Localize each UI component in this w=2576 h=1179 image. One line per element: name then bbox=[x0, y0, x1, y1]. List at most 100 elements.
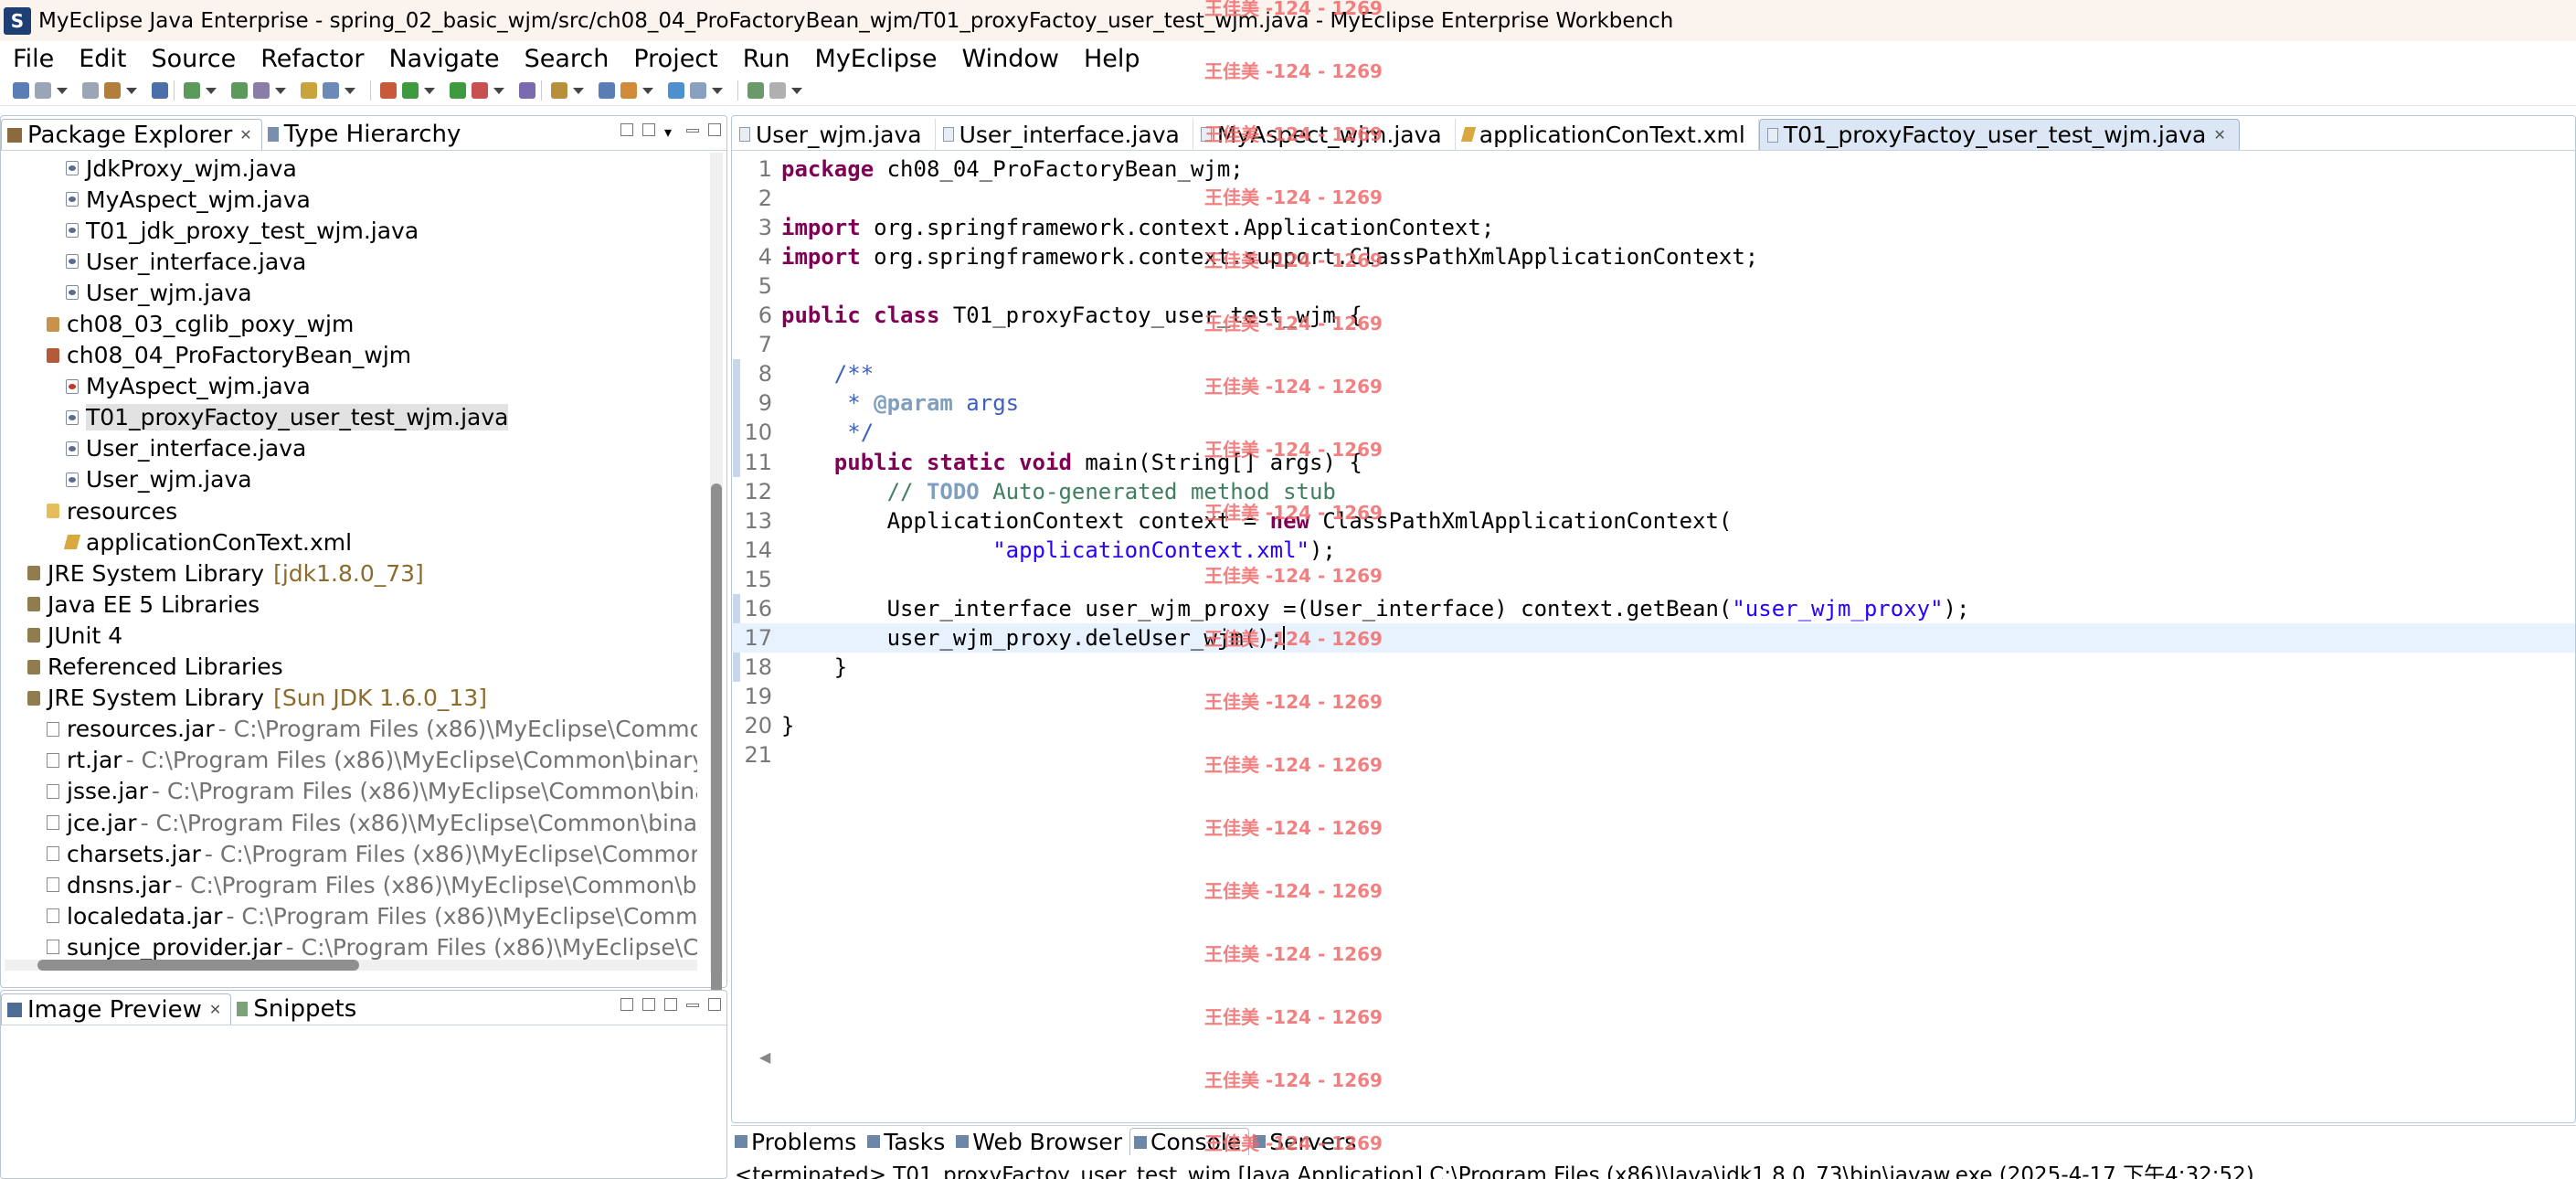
tab-tasks[interactable]: Tasks bbox=[864, 1129, 952, 1155]
tab-console[interactable]: Console bbox=[1129, 1128, 1250, 1155]
tree-item[interactable]: ch08_03_cglib_poxy_wjm bbox=[5, 308, 697, 339]
menu-window[interactable]: Window bbox=[962, 45, 1059, 73]
tab-web-browser[interactable]: Web Browser bbox=[952, 1129, 1129, 1155]
toolbar-button-icon[interactable] bbox=[519, 82, 535, 99]
toolbar-button-icon[interactable] bbox=[380, 82, 397, 99]
tree-item[interactable]: jsse.jar - C:\Program Files (x86)\MyEclip… bbox=[5, 776, 697, 807]
code-line[interactable]: 9 * @param args bbox=[732, 388, 2575, 418]
toolbar-button-icon[interactable] bbox=[152, 82, 168, 99]
view-menu-icon[interactable]: ▾ bbox=[664, 123, 677, 141]
tree-item[interactable]: resources bbox=[5, 495, 697, 526]
toolbar-button-icon[interactable] bbox=[402, 82, 419, 99]
scrollbar-thumb[interactable] bbox=[711, 483, 722, 1001]
code-line[interactable]: 4 import org.springframework.context.supp… bbox=[732, 242, 2575, 271]
tab-snippets[interactable]: Snippets bbox=[231, 993, 366, 1025]
tree-item[interactable]: applicationConText.xml bbox=[5, 526, 697, 558]
toolbar-button-icon[interactable] bbox=[253, 82, 270, 99]
dropdown-arrow-icon[interactable] bbox=[126, 87, 137, 94]
tab-servers[interactable]: Servers bbox=[1249, 1129, 1363, 1155]
menu-project[interactable]: Project bbox=[633, 45, 717, 73]
dropdown-arrow-icon[interactable] bbox=[493, 87, 504, 94]
tree-item[interactable]: dnsns.jar - C:\Program Files (x86)\MyEcli… bbox=[5, 869, 697, 900]
tree-item[interactable]: resources.jar - C:\Program Files (x86)\My… bbox=[5, 714, 697, 745]
tree-item[interactable]: Java EE 5 Libraries bbox=[5, 589, 697, 620]
tree-item[interactable]: T01_jdk_proxy_test_wjm.java bbox=[5, 215, 697, 246]
minimize-icon[interactable] bbox=[686, 1004, 699, 1007]
close-icon[interactable]: ✕ bbox=[239, 126, 251, 143]
toolbar-button-icon[interactable] bbox=[668, 82, 684, 99]
editor-tab[interactable]: T01_proxyFactoy_user_test_wjm.java ✕ bbox=[1758, 119, 2240, 150]
tab-type-hierarchy[interactable]: Type Hierarchy bbox=[262, 119, 471, 150]
dropdown-arrow-icon[interactable] bbox=[345, 87, 355, 94]
tree-item[interactable]: rt.jar - C:\Program Files (x86)\MyEclipse… bbox=[5, 745, 697, 776]
toolbar-button-icon[interactable] bbox=[599, 82, 615, 99]
toolbar-button-icon[interactable] bbox=[184, 82, 200, 99]
toolbar-button-icon[interactable] bbox=[472, 82, 488, 99]
dropdown-arrow-icon[interactable] bbox=[642, 87, 653, 94]
maximize-icon[interactable] bbox=[708, 123, 721, 136]
tree-item[interactable]: User_interface.java bbox=[5, 433, 697, 464]
tree-item[interactable]: charsets.jar - C:\Program Files (x86)\MyE… bbox=[5, 838, 697, 869]
menu-file[interactable]: File bbox=[13, 45, 54, 73]
fit-icon[interactable] bbox=[664, 998, 677, 1011]
tree-item[interactable]: MyAspect_wjm.java bbox=[5, 371, 697, 402]
tree-item[interactable]: User_wjm.java bbox=[5, 277, 697, 308]
minimize-icon[interactable] bbox=[686, 129, 699, 133]
tab-package-explorer[interactable]: Package Explorer ✕ bbox=[1, 119, 262, 150]
toolbar-button-icon[interactable] bbox=[35, 82, 51, 99]
tree-item[interactable]: Referenced Libraries bbox=[5, 652, 697, 683]
tree-item[interactable]: jce.jar - C:\Program Files (x86)\MyEclips… bbox=[5, 807, 697, 838]
tree-vertical-scrollbar[interactable] bbox=[710, 153, 723, 1001]
tree-item[interactable]: T01_proxyFactoy_user_test_wjm.java bbox=[5, 402, 697, 433]
editor-tab[interactable]: User_interface.java bbox=[936, 119, 1193, 150]
dropdown-arrow-icon[interactable] bbox=[57, 87, 68, 94]
code-line[interactable]: 21 bbox=[732, 740, 2575, 770]
toolbar-button-icon[interactable] bbox=[231, 82, 248, 99]
menu-run[interactable]: Run bbox=[743, 45, 790, 73]
zoom-out-icon[interactable] bbox=[642, 998, 655, 1011]
toolbar-button-icon[interactable] bbox=[620, 82, 637, 99]
code-line[interactable]: 19 bbox=[732, 682, 2575, 711]
dropdown-arrow-icon[interactable] bbox=[275, 87, 286, 94]
scroll-left-icon[interactable]: ◀ bbox=[759, 1048, 770, 1066]
menu-edit[interactable]: Edit bbox=[79, 45, 126, 73]
code-line[interactable]: 3 import org.springframework.context.Appl… bbox=[732, 213, 2575, 242]
toolbar-button-icon[interactable] bbox=[747, 82, 764, 99]
tree-horizontal-scrollbar[interactable] bbox=[5, 960, 697, 971]
code-line[interactable]: 17 user_wjm_proxy.deleUser_wjm(); bbox=[732, 622, 2575, 653]
tree-item[interactable]: JRE System Library [jdk1.8.0_73] bbox=[5, 558, 697, 589]
toolbar-button-icon[interactable] bbox=[104, 82, 121, 99]
tree-item[interactable]: sunjce_provider.jar - C:\Program Files (x… bbox=[5, 931, 697, 962]
code-line[interactable]: 15 bbox=[732, 565, 2575, 594]
link-editor-icon[interactable] bbox=[642, 123, 655, 136]
close-icon[interactable]: ✕ bbox=[209, 1001, 221, 1018]
maximize-icon[interactable] bbox=[708, 998, 721, 1011]
menu-refactor[interactable]: Refactor bbox=[260, 45, 364, 73]
tree-item[interactable]: JdkProxy_wjm.java bbox=[5, 153, 697, 184]
dropdown-arrow-icon[interactable] bbox=[791, 87, 802, 94]
code-area[interactable]: 1 package ch08_04_ProFactoryBean_wjm; 2 3 im… bbox=[732, 151, 2575, 1065]
toolbar-button-icon[interactable] bbox=[690, 82, 706, 99]
dropdown-arrow-icon[interactable] bbox=[712, 87, 723, 94]
toolbar-button-icon[interactable] bbox=[450, 82, 466, 99]
code-line[interactable]: 13 ApplicationContext context = new Clas… bbox=[732, 506, 2575, 536]
code-line[interactable]: 11 public static void main(String[] args… bbox=[732, 448, 2575, 477]
code-line[interactable]: 20} bbox=[732, 711, 2575, 740]
tree-item[interactable]: localedata.jar - C:\Program Files (x86)\M… bbox=[5, 900, 697, 931]
dropdown-arrow-icon[interactable] bbox=[573, 87, 584, 94]
tab-image-preview[interactable]: Image Preview ✕ bbox=[1, 993, 232, 1025]
menu-search[interactable]: Search bbox=[525, 45, 610, 73]
toolbar-button-icon[interactable] bbox=[551, 82, 567, 99]
editor-tab[interactable]: MyAspect_wjm.java bbox=[1193, 119, 1456, 150]
code-line[interactable]: 18 } bbox=[732, 653, 2575, 682]
tab-problems[interactable]: Problems bbox=[731, 1129, 864, 1155]
toolbar-button-icon[interactable] bbox=[769, 82, 786, 99]
code-line[interactable]: 16 User_interface user_wjm_proxy =(User_… bbox=[732, 594, 2575, 623]
tree-item[interactable]: ch08_04_ProFactoryBean_wjm bbox=[5, 340, 697, 371]
editor-tab[interactable]: User_wjm.java bbox=[732, 119, 936, 150]
code-line[interactable]: 7 bbox=[732, 330, 2575, 359]
code-line[interactable]: 14 "applicationContext.xml"); bbox=[732, 536, 2575, 565]
dropdown-arrow-icon[interactable] bbox=[424, 87, 435, 94]
menu-navigate[interactable]: Navigate bbox=[388, 45, 499, 73]
editor-tab[interactable]: applicationConText.xml bbox=[1456, 119, 1759, 150]
